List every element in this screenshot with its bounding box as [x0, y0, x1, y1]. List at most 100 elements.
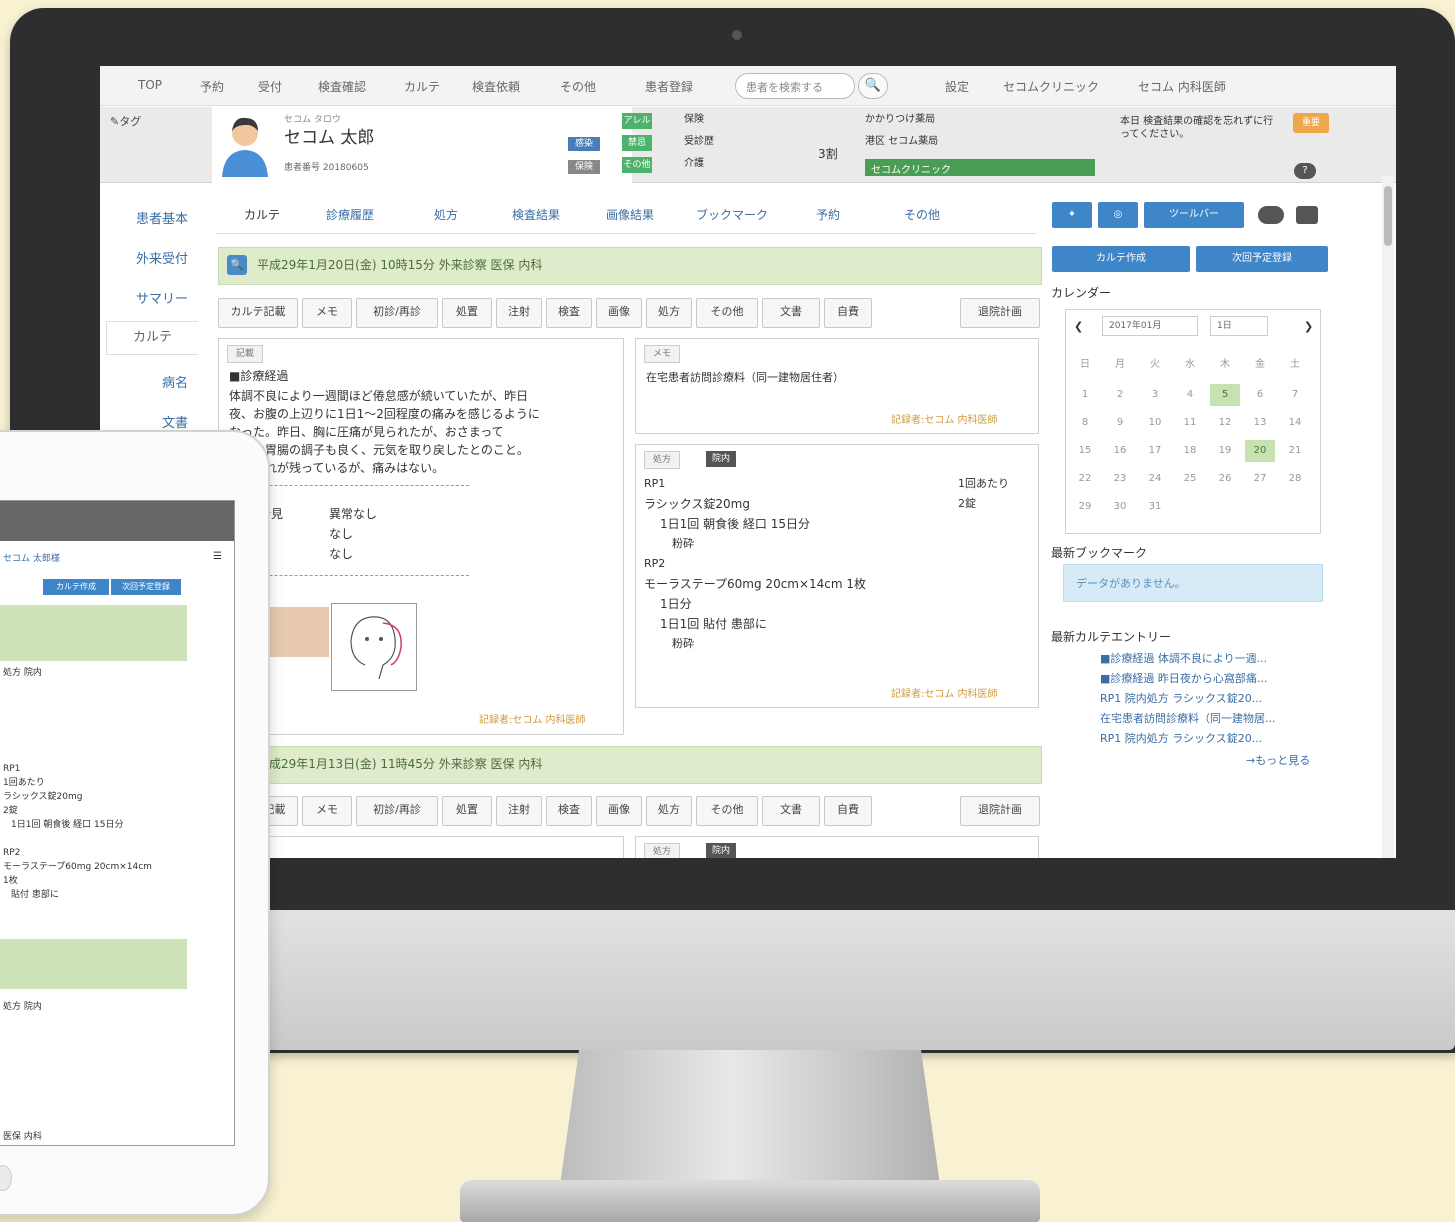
calendar-day[interactable]: 3	[1140, 384, 1170, 406]
head-sketch-image[interactable]	[331, 603, 417, 691]
chusha-button[interactable]: 注射	[496, 298, 542, 328]
view-button[interactable]: ◎	[1098, 202, 1138, 228]
calendar-day[interactable]: 6	[1245, 384, 1275, 406]
jihi-button[interactable]: 自費	[824, 796, 872, 826]
tab-yoyaku[interactable]: 予約	[816, 206, 840, 223]
day-select[interactable]: 1日	[1210, 316, 1268, 336]
tablet-entry-bar[interactable]	[0, 605, 187, 661]
memo-button[interactable]: メモ	[302, 298, 352, 328]
tag-label[interactable]: ✎タグ	[110, 113, 141, 129]
important-badge[interactable]: 重要	[1293, 113, 1329, 133]
kensa-button[interactable]: 検査	[546, 796, 592, 826]
tab-shoho[interactable]: 処方	[434, 206, 458, 223]
calendar-day[interactable]: 4	[1175, 384, 1205, 406]
karte-kisai-button[interactable]: カルテ記載	[218, 298, 298, 328]
entry-link[interactable]: ■診療経過 昨日夜から心窩部痛...	[1100, 670, 1267, 686]
calendar-day[interactable]: 27	[1245, 468, 1275, 490]
calendar-day[interactable]: 29	[1070, 496, 1100, 518]
search-icon[interactable]: 🔍	[858, 73, 888, 99]
tab-sonota[interactable]: その他	[904, 206, 940, 223]
calendar-day[interactable]: 26	[1210, 468, 1240, 490]
tab-shinryo-rireki[interactable]: 診療履歴	[326, 206, 374, 223]
calendar-day[interactable]: 15	[1070, 440, 1100, 462]
window-icon[interactable]	[1296, 206, 1318, 224]
month-select[interactable]: 2017年01月	[1102, 316, 1198, 336]
nav-clinic[interactable]: セコムクリニック	[1003, 78, 1099, 95]
calendar-day[interactable]: 21	[1280, 440, 1310, 462]
help-icon[interactable]: ?	[1294, 163, 1316, 179]
shoshin-saishin-button[interactable]: 初診/再診	[356, 796, 438, 826]
calendar-day[interactable]: 30	[1105, 496, 1135, 518]
gazo-button[interactable]: 画像	[596, 796, 642, 826]
tablet-entry-bar[interactable]	[0, 939, 187, 989]
help-icon[interactable]	[1258, 206, 1284, 224]
nav-kensa-kakunin[interactable]: 検査確認	[318, 78, 366, 95]
nav-user-menu[interactable]: セコム 内科医師	[1138, 78, 1226, 95]
gazo-button[interactable]: 画像	[596, 298, 642, 328]
taiin-keikaku-button[interactable]: 退院計画	[960, 298, 1040, 328]
tab-bookmark[interactable]: ブックマーク	[696, 206, 768, 223]
more-link[interactable]: →もっと見る	[1246, 752, 1310, 768]
nav-kanja-touroku[interactable]: 患者登録	[645, 78, 693, 95]
badge-contraindication[interactable]: 禁忌	[622, 135, 652, 151]
sidebar-item-bunsho[interactable]: 文書	[100, 412, 188, 431]
calendar-day[interactable]: 22	[1070, 468, 1100, 490]
bunsho-dropdown-button[interactable]: 文書	[762, 298, 820, 328]
calendar-day[interactable]: 12	[1210, 412, 1240, 434]
calendar-day[interactable]: 13	[1245, 412, 1275, 434]
badge-insurance[interactable]: 保険	[568, 160, 600, 174]
calendar-day[interactable]: 8	[1070, 412, 1100, 434]
tab-karte[interactable]: カルテ	[244, 206, 280, 223]
calendar-day[interactable]: 7	[1280, 384, 1310, 406]
search-icon[interactable]: 🔍	[227, 255, 247, 275]
entry-link[interactable]: ■診療経過 体調不良により一週...	[1100, 650, 1267, 666]
clinic-status-bar[interactable]: セコムクリニック	[865, 159, 1095, 176]
calendar-day[interactable]: 9	[1105, 412, 1135, 434]
bunsho-dropdown-button[interactable]: 文書	[762, 796, 820, 826]
scrollbar[interactable]	[1382, 176, 1394, 858]
sidebar-item-kanja-kihon[interactable]: 患者基本	[100, 208, 188, 227]
scrollbar-thumb[interactable]	[1384, 186, 1392, 246]
calendar-day[interactable]: 2	[1105, 384, 1135, 406]
calendar-day[interactable]: 5	[1210, 384, 1240, 406]
calendar-day[interactable]: 18	[1175, 440, 1205, 462]
nav-yoyaku[interactable]: 予約	[200, 78, 224, 95]
patient-search-input[interactable]: 患者を検索する	[735, 73, 855, 99]
entry-link[interactable]: RP1 院内処方 ラシックス錠20...	[1100, 730, 1262, 746]
sidebar-item-summary[interactable]: サマリー	[100, 288, 188, 307]
calendar-day[interactable]: 17	[1140, 440, 1170, 462]
shoshin-saishin-button[interactable]: 初診/再診	[356, 298, 438, 328]
tab-kensa-kekka[interactable]: 検査結果	[512, 206, 560, 223]
nav-karte[interactable]: カルテ	[404, 78, 440, 95]
nav-sonota[interactable]: その他	[560, 78, 596, 95]
badge-allergy[interactable]: アレルギー	[622, 113, 652, 142]
calendar-day[interactable]: 25	[1175, 468, 1205, 490]
calendar-day[interactable]: 31	[1140, 496, 1170, 518]
memo-button[interactable]: メモ	[302, 796, 352, 826]
tab-gazo-kekka[interactable]: 画像結果	[606, 206, 654, 223]
taiin-keikaku-button[interactable]: 退院計画	[960, 796, 1040, 826]
nav-top[interactable]: TOP	[138, 78, 162, 92]
calendar-day[interactable]: 10	[1140, 412, 1170, 434]
entry-date-bar[interactable]: 🔍 平成29年1月13日(金) 11時45分 外来診察 医保 内科	[218, 746, 1042, 784]
next-plan-button[interactable]: 次回予定登録	[111, 579, 181, 595]
entry-link[interactable]: RP1 院内処方 ラシックス錠20...	[1100, 690, 1262, 706]
sidebar-item-gairai-uketsuke[interactable]: 外来受付	[100, 248, 188, 267]
calendar-day[interactable]: 1	[1070, 384, 1100, 406]
calendar-day[interactable]: 20	[1245, 440, 1275, 462]
create-karte-button[interactable]: カルテ作成	[43, 579, 109, 595]
sonota-button[interactable]: その他	[696, 796, 758, 826]
entry-link[interactable]: 在宅患者訪問診療料（同一建物居...	[1100, 710, 1276, 726]
nav-settei[interactable]: 設定	[945, 78, 969, 95]
calendar-day[interactable]: 16	[1105, 440, 1135, 462]
calendar-day[interactable]: 19	[1210, 440, 1240, 462]
pin-button[interactable]: ✦	[1052, 202, 1092, 228]
calendar-day[interactable]: 23	[1105, 468, 1135, 490]
sidebar-item-karte[interactable]: カルテ	[106, 321, 198, 355]
nav-kensa-irai[interactable]: 検査依頼	[472, 78, 520, 95]
jihi-button[interactable]: 自費	[824, 298, 872, 328]
toolbar-button[interactable]: ツールバー	[1144, 202, 1244, 228]
badge-infection[interactable]: 感染	[568, 137, 600, 151]
chusha-button[interactable]: 注射	[496, 796, 542, 826]
calendar-day[interactable]: 11	[1175, 412, 1205, 434]
